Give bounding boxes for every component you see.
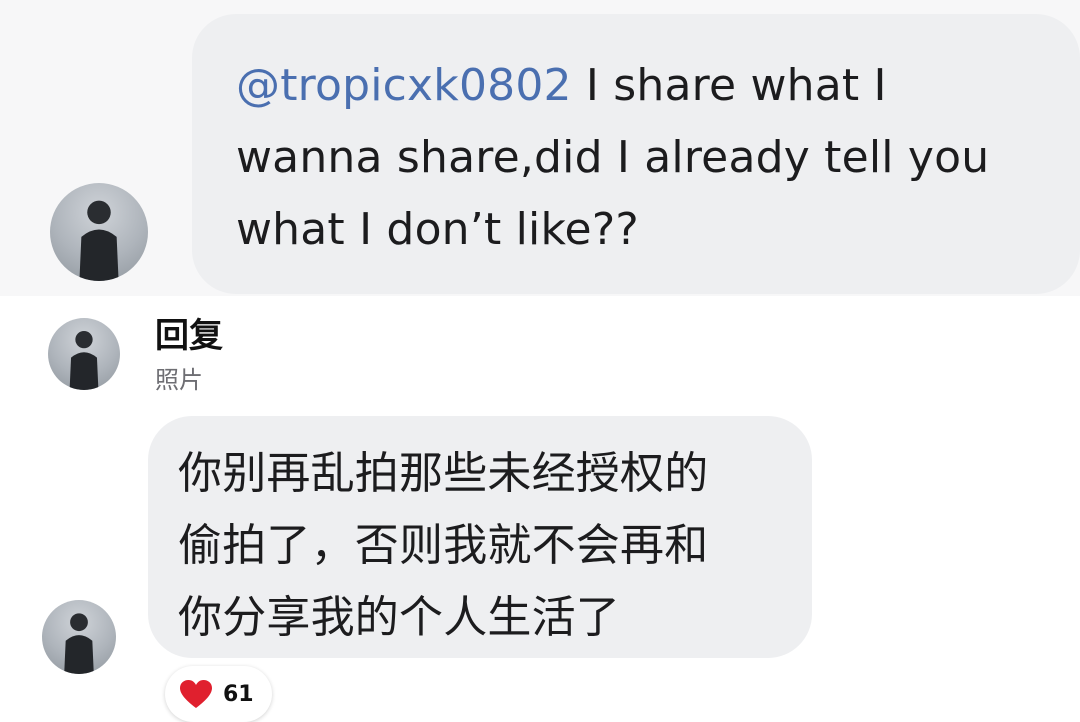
reaction-count: 61 (223, 681, 254, 707)
avatar[interactable] (48, 318, 120, 390)
person-silhouette-icon (69, 330, 99, 390)
person-silhouette-icon (64, 613, 94, 674)
person-silhouette-icon (79, 200, 119, 281)
reaction-badge[interactable]: 61 (165, 666, 272, 722)
reply-subtitle: 照片 (155, 366, 203, 394)
avatar[interactable] (42, 600, 116, 674)
avatar[interactable] (50, 183, 148, 281)
user-mention-link[interactable]: @tropicxk0802 (236, 60, 572, 111)
heart-icon (180, 680, 212, 708)
message-bubble[interactable]: 你别再乱拍那些未经授权的 偷拍了，否则我就不会再和 你分享我的个人生活了 (148, 416, 812, 658)
message-text: 你别再乱拍那些未经授权的 偷拍了，否则我就不会再和 你分享我的个人生活了 (178, 448, 709, 643)
message-bubble[interactable]: @tropicxk0802 I share what I wanna share… (192, 14, 1080, 294)
message-text: @tropicxk0802 I share what I wanna share… (236, 50, 1040, 266)
reply-title: 回复 (155, 316, 223, 356)
